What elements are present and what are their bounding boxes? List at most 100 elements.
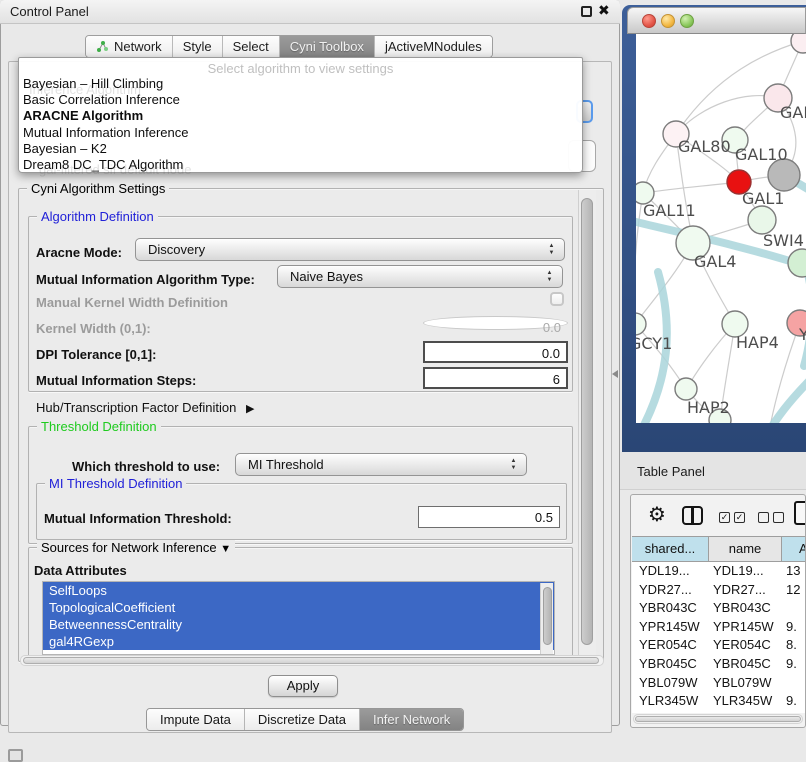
network-node-label: GAL4 [694,252,736,271]
network-node-label: HAP2 [687,398,730,417]
table-row[interactable]: YDL19...YDL19...13 [632,562,806,581]
algorithm-option-bayesian-hill-climbing[interactable]: Bayesian – Hill Climbing [19,76,582,92]
table-row[interactable]: YER054CYER054C8. [632,636,806,655]
tab-jactivemnodules[interactable]: jActiveMNodules [375,36,492,57]
network-node-label: GAL10 [735,145,788,164]
table-row[interactable]: YPR145WYPR145W9. [632,618,806,637]
window-zoom-button[interactable] [680,14,694,28]
mi-steps-input[interactable]: 6 [423,367,568,389]
aracne-mode-value: Discovery [148,242,205,257]
settings-hscrollbar-thumb[interactable] [23,657,599,664]
tab-network[interactable]: Network [86,36,173,57]
tab-style[interactable]: Style [173,36,223,57]
collapsed-panel-icon[interactable] [8,749,23,762]
network-window-titlebar[interactable] [627,7,806,34]
apply-button[interactable]: Apply [268,675,338,697]
settings-scrollbar-thumb[interactable] [581,198,593,645]
table-cell: YER054C [709,636,782,655]
table-cell: 9. [782,692,806,711]
attributes-scrollbar-track[interactable] [540,583,553,655]
table-cell: YDR27... [709,581,782,600]
algorithm-option-bayesian-k2[interactable]: Bayesian – K2 [19,141,582,157]
algorithm-option-mutual-information[interactable]: Mutual Information Inference [19,125,582,141]
splitpane-arrow-icon[interactable] [612,370,618,378]
algorithm-option-dream8[interactable]: Dream8 DC_TDC Algorithm [19,157,582,173]
table-panel-titlebar: Table Panel [620,452,806,490]
table-cell: YBL079W [632,674,709,693]
spinner-arrows-icon: ▲▼ [545,270,554,284]
threshold-definition-title: Threshold Definition [37,419,161,434]
checked-checkbox-icon[interactable]: ✓ [719,512,730,523]
tab-label: Select [233,39,269,54]
table-row[interactable]: YBR043CYBR043C [632,599,806,618]
columns-icon[interactable] [682,506,703,525]
sources-title[interactable]: Sources for Network Inference ▼ [37,540,235,557]
network-view-content[interactable]: GALGAL80GAL10GAL1GAL11GAL4SWI4GCY1HAP4YH… [636,34,806,423]
network-edge[interactable] [644,182,739,193]
control-panel-title: Control Panel [10,4,89,19]
network-node-label: GAL [780,103,806,122]
settings-hscrollbar-track[interactable] [20,655,604,666]
table-cell: 13 [782,562,806,581]
window-minimize-button[interactable] [661,14,675,28]
dpi-tolerance-input[interactable]: 0.0 [423,341,568,363]
kernel-width-input[interactable]: 0.0 [423,316,568,330]
unchecked-checkbox-icon[interactable] [758,512,769,523]
tab-select[interactable]: Select [223,36,280,57]
tab-discretize-data[interactable]: Discretize Data [245,709,360,730]
tab-cyni-toolbox[interactable]: Cyni Toolbox [280,36,375,57]
cyni-bottom-tabbar: Impute Data Discretize Data Infer Networ… [146,708,464,731]
unchecked-checkbox-icon[interactable] [773,512,784,523]
network-view-window[interactable]: GALGAL80GAL10GAL1GAL11GAL4SWI4GCY1HAP4YH… [622,5,806,452]
table-hscrollbar-thumb[interactable] [635,716,801,722]
network-node[interactable] [636,313,646,335]
network-node[interactable] [748,206,776,234]
algorithm-option-basic-correlation[interactable]: Basic Correlation Inference [19,92,582,108]
table-hscrollbar-track[interactable] [633,714,803,724]
table-row[interactable]: YLR345WYLR345W9. [632,692,806,711]
document-icon[interactable] [794,501,806,525]
attribute-item-gal4rgexp[interactable]: gal4RGexp [43,633,554,650]
network-node-label: GAL1 [742,189,784,208]
which-threshold-select[interactable]: MI Threshold ▲▼ [235,453,527,476]
tab-infer-network[interactable]: Infer Network [360,709,463,730]
settings-scrollbar-track[interactable] [578,190,596,660]
column-header-shared-name[interactable]: shared... [632,537,709,561]
aracne-mode-select[interactable]: Discovery ▲▼ [135,238,565,261]
table-cell: YLR345W [709,692,782,711]
table-cell: YLR345W [632,692,709,711]
attribute-item-topologicalcoefficient[interactable]: TopologicalCoefficient [43,599,554,616]
checked-checkbox-icon[interactable]: ✓ [734,512,745,523]
mi-algorithm-type-select[interactable]: Naive Bayes ▲▼ [277,265,563,288]
table-header-row: shared... name A [632,536,806,562]
algorithm-option-aracne[interactable]: ARACNE Algorithm [19,108,582,124]
network-canvas[interactable]: GALGAL80GAL10GAL1GAL11GAL4SWI4GCY1HAP4YH… [636,34,806,423]
network-node[interactable] [788,249,806,277]
table-row[interactable]: YIL052CYIL052C9 [632,711,806,713]
hub-definition-expander[interactable]: Hub/Transcription Factor Definition ▶ [36,400,254,415]
window-close-button[interactable] [642,14,656,28]
tab-impute-data[interactable]: Impute Data [147,709,245,730]
network-edge[interactable] [678,96,778,132]
attribute-item-selfloops[interactable]: SelfLoops [43,582,554,599]
network-node-label: HAP4 [736,333,779,352]
attributes-scrollbar-thumb[interactable] [543,587,552,645]
kernel-width-label: Kernel Width (0,1): [36,321,151,336]
table-row[interactable]: YBR045CYBR045C9. [632,655,806,674]
close-panel-icon[interactable]: ✖ [598,2,610,19]
column-header-third[interactable]: A [782,537,806,561]
float-window-icon[interactable] [581,6,592,17]
network-node[interactable] [791,34,806,53]
column-header-name[interactable]: name [709,537,782,561]
table-row[interactable]: YDR27...YDR27...12 [632,581,806,600]
network-edge[interactable] [636,193,643,324]
manual-kernel-checkbox[interactable] [550,292,564,306]
attribute-item-betweennesscentrality[interactable]: BetweennessCentrality [43,616,554,633]
tab-label: Style [183,39,212,54]
mi-threshold-input[interactable]: 0.5 [418,506,560,528]
table-cell: 12 [782,581,806,600]
network-node[interactable] [675,378,697,400]
table-cell: 9. [782,618,806,637]
table-row[interactable]: YBL079WYBL079W [632,674,806,693]
gear-icon[interactable]: ⚙ [648,502,666,527]
